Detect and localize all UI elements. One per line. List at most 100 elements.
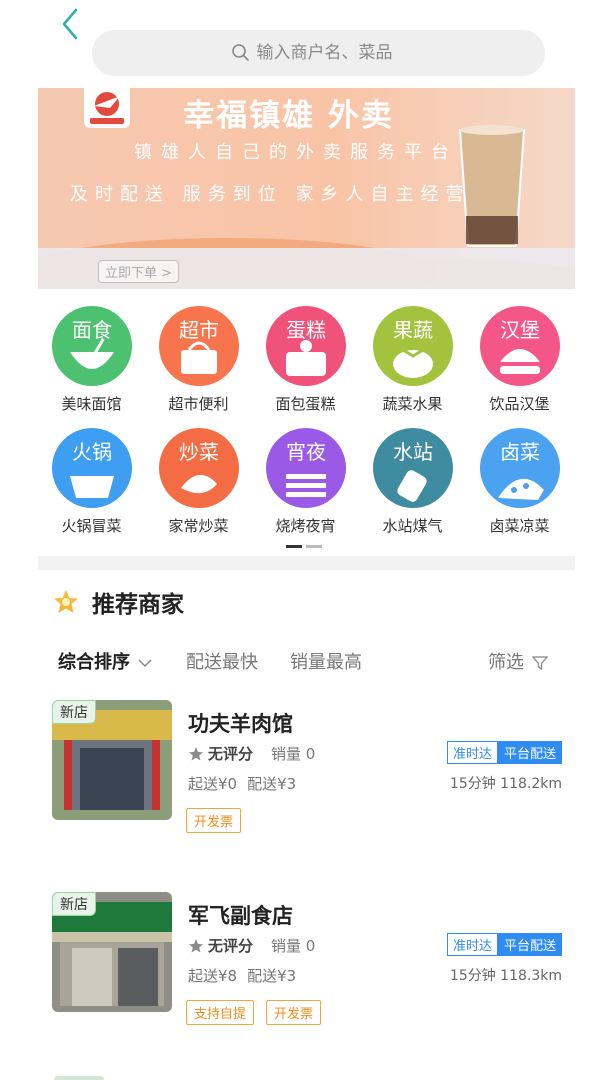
category-cold-dish[interactable]: 卤菜 卤菜凉菜 [466,422,573,542]
shop-features: 支持自提 开发票 [186,1000,322,1025]
category-noodles[interactable]: 面食 美味面馆 [38,300,145,420]
category-tag: 汉堡 [500,318,540,342]
page-dot-active [286,545,302,548]
invoice-tag: 开发票 [186,808,242,833]
sales-count: 销量 0 [271,745,316,763]
sort-bar: 综合排序 配送最快 销量最高 筛选 [58,648,558,676]
ontime-tag: 准时达 [446,933,498,956]
time-distance: 15分钟 118.3km [449,968,562,984]
rating-text: 无评分 [208,745,254,763]
self-pickup-tag: 支持自提 [186,1000,255,1025]
filter-button[interactable]: 筛选 [488,648,549,674]
chevron-down-icon [138,659,152,668]
platform-delivery-tag: 平台配送 [497,741,562,764]
delivery-tags: 准时达 平台配送 [446,741,562,764]
shop-photo: 新店 [52,700,172,820]
new-shop-badge: 新店 [52,892,96,916]
back-button[interactable] [56,6,86,42]
section-title: 推荐商家 [92,592,184,618]
category-tag: 火锅 [72,440,112,464]
basket-icon: 超市 [159,306,239,386]
category-label: 家常炒菜 [168,517,229,535]
time-distance: 15分钟 118.2km [449,776,562,792]
category-label: 超市便利 [168,395,229,413]
shop-rating: 无评分 销量 0 [188,743,315,764]
category-burger[interactable]: 汉堡 饮品汉堡 [466,300,573,420]
category-tag: 宵夜 [286,440,326,464]
filter-label: 筛选 [488,652,524,673]
category-tag: 超市 [179,318,219,342]
category-label: 饮品汉堡 [489,395,550,413]
sort-default-label: 综合排序 [58,652,130,673]
chevron-left-icon [62,8,78,40]
category-supermarket[interactable]: 超市 超市便利 [145,300,252,420]
star-icon [189,746,203,760]
shop-name: 军飞副食店 [188,904,293,928]
shop-photo: 新店 [52,892,172,1012]
top-bar [0,0,607,80]
hotpot-icon: 火锅 [52,428,132,508]
rating-text: 无评分 [208,937,254,955]
category-label: 面包蛋糕 [275,395,336,413]
search-bar[interactable] [92,30,545,76]
page-dot [306,545,322,548]
shrimp-icon: 炒菜 [159,428,239,508]
category-tag: 水站 [393,440,433,464]
shop-fees: 起送¥0 配送¥3 [188,773,296,794]
search-input[interactable] [256,43,407,63]
search-icon [231,44,249,61]
category-cake[interactable]: 蛋糕 面包蛋糕 [252,300,359,420]
sales-count: 销量 0 [271,937,316,955]
category-tag: 面食 [72,318,112,342]
shop-rating: 无评分 销量 0 [188,935,315,956]
water-bottle-icon: 水站 [373,428,453,508]
category-hotpot[interactable]: 火锅 火锅冒菜 [38,422,145,542]
star-icon [189,938,203,952]
filter-icon [531,656,549,671]
category-label: 烧烤夜宵 [275,517,336,535]
category-fruit-veg[interactable]: 果蔬 蔬菜水果 [359,300,466,420]
section-divider [38,556,575,570]
banner-subtitle: 镇雄人自己的外卖服务平台 [134,142,458,163]
recommended-header: 推荐商家 [52,585,184,619]
order-now-button[interactable]: 立即下单 > [98,260,180,283]
shop-card[interactable]: 新店 功夫羊肉馆 无评分 销量 0 起送¥0 配送¥3 准时达 平台配送 15分… [52,700,562,840]
min-order: 起送¥8 [188,967,238,985]
ontime-tag: 准时达 [446,741,498,764]
category-tag: 炒菜 [179,440,219,464]
category-stir-fry[interactable]: 炒菜 家常炒菜 [145,422,252,542]
sort-default[interactable]: 综合排序 [58,648,152,674]
category-tag: 蛋糕 [286,318,326,342]
category-tag: 果蔬 [393,318,433,342]
star-badge-icon [54,590,78,613]
next-shop-badge-peek [54,1076,104,1080]
cold-dish-icon: 卤菜 [480,428,560,508]
category-label: 美味面馆 [61,395,122,413]
noodle-icon: 面食 [52,306,132,386]
category-label: 火锅冒菜 [61,517,122,535]
sort-top-sales[interactable]: 销量最高 [290,648,362,674]
sort-fastest[interactable]: 配送最快 [186,648,258,674]
milk-tea-icon [458,125,526,247]
category-water[interactable]: 水站 水站煤气 [359,422,466,542]
tomato-icon: 果蔬 [373,306,453,386]
promo-banner[interactable]: 幸福镇雄 外卖 镇雄人自己的外卖服务平台 及时配送 服务到位 家乡人自主经营 立… [38,88,575,289]
cake-icon: 蛋糕 [266,306,346,386]
shop-card[interactable]: 新店 军飞副食店 无评分 销量 0 起送¥8 配送¥3 准时达 平台配送 15分… [52,892,562,1032]
min-order: 起送¥0 [188,775,238,793]
shop-features: 开发票 [186,808,242,833]
skewer-icon: 宵夜 [266,428,346,508]
delivery-tags: 准时达 平台配送 [446,933,562,956]
category-bbq[interactable]: 宵夜 烧烤夜宵 [252,422,359,542]
new-shop-badge: 新店 [52,700,96,724]
category-label: 水站煤气 [382,517,443,535]
page-indicator [286,545,322,548]
platform-delivery-tag: 平台配送 [497,933,562,956]
category-label: 蔬菜水果 [382,395,443,413]
category-tag: 卤菜 [500,440,540,464]
delivery-fee: 配送¥3 [247,775,297,793]
shop-fees: 起送¥8 配送¥3 [188,965,296,986]
shop-name: 功夫羊肉馆 [188,712,293,736]
category-label: 卤菜凉菜 [489,517,550,535]
burger-icon: 汉堡 [480,306,560,386]
